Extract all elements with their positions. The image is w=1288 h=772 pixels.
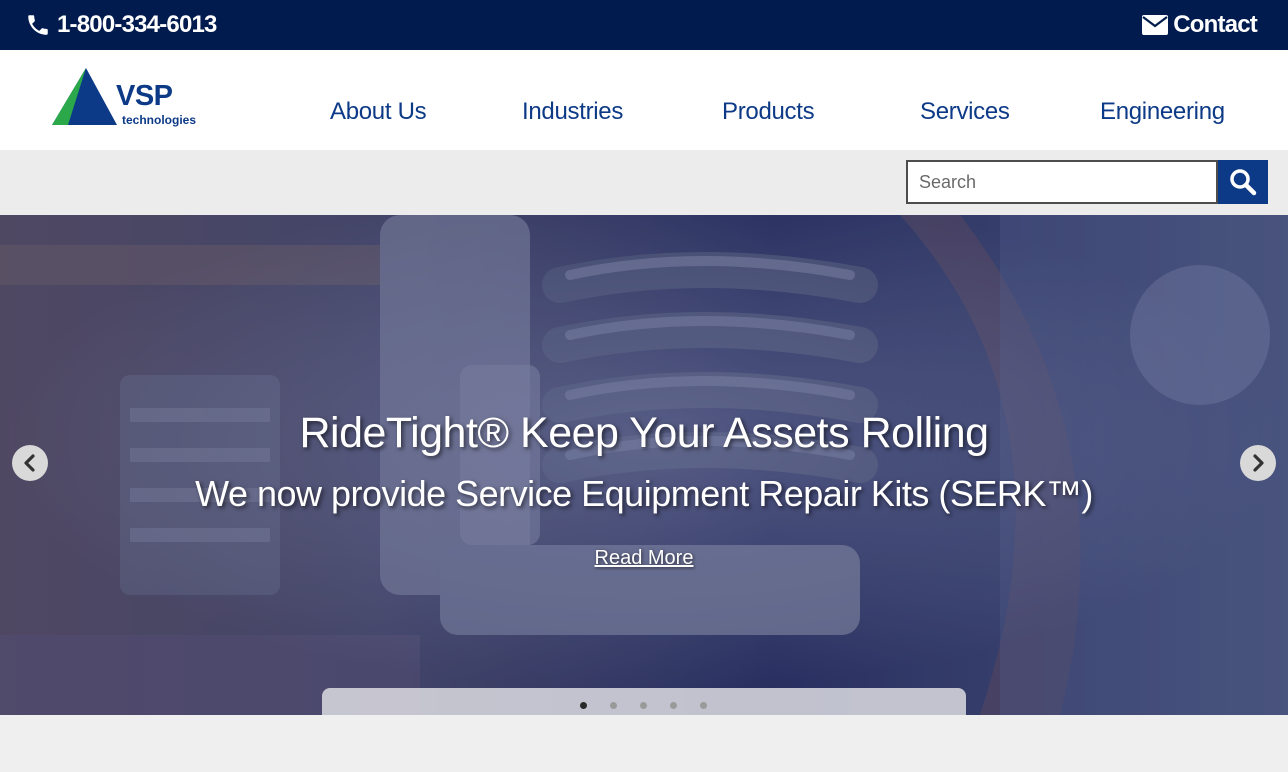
chevron-right-icon xyxy=(1253,454,1264,472)
search-input[interactable] xyxy=(906,160,1218,204)
nav-products[interactable]: Products xyxy=(722,100,815,124)
logo-tagline: technologies xyxy=(122,113,197,127)
nav-engineering[interactable]: Engineering xyxy=(1100,100,1225,124)
carousel-dot[interactable] xyxy=(700,702,707,709)
hero-link-wrap: Read More xyxy=(0,548,1288,568)
hero-carousel: RideTight® Keep Your Assets Rolling We n… xyxy=(0,215,1288,715)
hero-background-image xyxy=(0,215,1288,715)
hero-title: RideTight® Keep Your Assets Rolling xyxy=(299,409,989,457)
carousel-next-button[interactable] xyxy=(1240,445,1276,481)
phone-icon xyxy=(28,15,48,35)
carousel-dot[interactable] xyxy=(640,702,647,709)
nav-about-us[interactable]: About Us xyxy=(330,100,427,124)
chevron-left-icon xyxy=(24,454,35,472)
phone-link[interactable]: 1-800-334-6013 xyxy=(25,11,217,39)
vsp-logo[interactable]: VSP technologies xyxy=(50,68,200,130)
contact-label: Contact xyxy=(1173,11,1258,38)
logo-triangle-icon xyxy=(52,68,117,125)
carousel-prev-button[interactable] xyxy=(12,445,48,481)
nav-services[interactable]: Services xyxy=(920,100,1010,124)
carousel-dot[interactable] xyxy=(610,702,617,709)
page-content-area xyxy=(0,715,1288,772)
carousel-indicators xyxy=(322,688,966,715)
envelope-icon xyxy=(1142,15,1169,35)
top-bar: 1-800-334-6013 Contact xyxy=(0,0,1288,50)
read-more-link[interactable]: Read More xyxy=(595,547,694,569)
carousel-dot[interactable] xyxy=(670,702,677,709)
search-bar xyxy=(0,150,1288,215)
search-icon xyxy=(1230,169,1257,196)
search-button[interactable] xyxy=(1218,160,1268,204)
site-header: VSP technologies About Us Industries Pro… xyxy=(0,50,1288,150)
carousel-dot[interactable] xyxy=(580,702,587,709)
logo-name: VSP xyxy=(116,80,173,112)
contact-link[interactable]: Contact xyxy=(1142,11,1258,39)
hero-subtitle: We now provide Service Equipment Repair … xyxy=(195,473,1093,514)
phone-number: 1-800-334-6013 xyxy=(57,11,217,38)
nav-industries[interactable]: Industries xyxy=(522,100,623,124)
